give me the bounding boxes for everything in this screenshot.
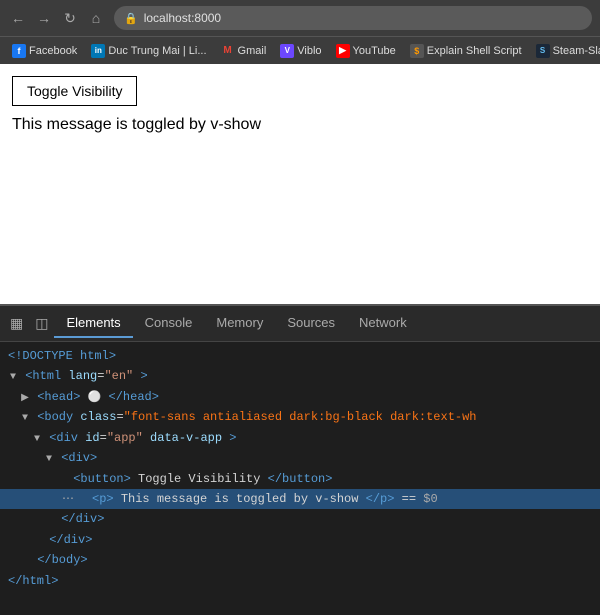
devtools-html-content: <!DOCTYPE html> ▼ <html lang="en" > ▶ <h…: [0, 342, 600, 615]
gmail-icon: M: [221, 44, 235, 58]
nav-buttons: ← → ↻ ⌂: [8, 10, 106, 27]
steam-icon: S: [536, 44, 550, 58]
html-inner-div-line: ▼ <div>: [0, 448, 600, 468]
nav-bar: ← → ↻ ⌂ 🔒 localhost:8000: [0, 0, 600, 36]
bookmarks-bar: f Facebook in Duc Trung Mai | Li... M Gm…: [0, 36, 600, 64]
devtools-panel: ▦ ◫ Elements Console Memory Sources Netw…: [0, 304, 600, 615]
lock-icon: 🔒: [124, 12, 138, 25]
bookmark-facebook[interactable]: f Facebook: [6, 42, 83, 60]
html-close-div-app: </div>: [0, 530, 600, 550]
bookmark-label: Viblo: [297, 45, 321, 57]
bookmark-label: Facebook: [29, 45, 77, 57]
bookmark-explain[interactable]: $ Explain Shell Script: [404, 42, 528, 60]
bookmark-label: Explain Shell Script: [427, 45, 522, 57]
more-icon[interactable]: ⋯: [56, 489, 80, 509]
bookmark-label: Duc Trung Mai | Li...: [108, 45, 206, 57]
html-doctype-line: <!DOCTYPE html>: [0, 346, 600, 366]
tab-elements[interactable]: Elements: [54, 309, 132, 338]
address-bar[interactable]: 🔒 localhost:8000: [114, 6, 592, 30]
html-head-line: ▶ <head> ⚪ </head>: [0, 387, 600, 408]
tab-memory[interactable]: Memory: [204, 309, 275, 338]
bookmark-steam[interactable]: S Steam-Slack: [530, 42, 600, 60]
browser-chrome: ← → ↻ ⌂ 🔒 localhost:8000 f Facebook in D…: [0, 0, 600, 64]
viblo-icon: V: [280, 44, 294, 58]
html-close-html: </html>: [0, 571, 600, 591]
html-close-div-inner: </div>: [0, 509, 600, 529]
bookmark-linkedin[interactable]: in Duc Trung Mai | Li...: [85, 42, 212, 60]
linkedin-icon: in: [91, 44, 105, 58]
home-button[interactable]: ⌂: [86, 10, 106, 26]
youtube-icon: ▶: [336, 44, 350, 58]
html-close-body: </body>: [0, 550, 600, 570]
back-button[interactable]: ←: [8, 10, 28, 26]
forward-button[interactable]: →: [34, 10, 54, 26]
reload-button[interactable]: ↻: [60, 10, 80, 27]
page-content: Toggle Visibility This message is toggle…: [0, 64, 600, 304]
toggle-message: This message is toggled by v-show: [12, 116, 588, 134]
html-tag-line: ▼ <html lang="en" >: [0, 366, 600, 386]
toggle-visibility-button[interactable]: Toggle Visibility: [12, 76, 137, 106]
html-p-line[interactable]: ⋯ <p> This message is toggled by v-show …: [0, 489, 600, 509]
tab-network[interactable]: Network: [347, 309, 419, 338]
bookmark-label: Gmail: [238, 45, 267, 57]
devtools-tabs: ▦ ◫ Elements Console Memory Sources Netw…: [0, 306, 600, 342]
html-button-line: <button> Toggle Visibility </button>: [0, 469, 600, 489]
facebook-icon: f: [12, 44, 26, 58]
html-body-line: ▼ <body class="font-sans antialiased dar…: [0, 407, 600, 427]
devtools-responsive-icon[interactable]: ◫: [29, 311, 54, 336]
tab-console[interactable]: Console: [133, 309, 205, 338]
bookmark-gmail[interactable]: M Gmail: [215, 42, 273, 60]
devtools-inspect-icon[interactable]: ▦: [4, 311, 29, 336]
bookmark-youtube[interactable]: ▶ YouTube: [330, 42, 402, 60]
tab-sources[interactable]: Sources: [275, 309, 347, 338]
explain-icon: $: [410, 44, 424, 58]
bookmark-label: Steam-Slack: [553, 45, 600, 57]
html-div-app-line: ▼ <div id="app" data-v-app >: [0, 428, 600, 448]
url-display: localhost:8000: [144, 11, 221, 25]
bookmark-label: YouTube: [353, 45, 396, 57]
bookmark-viblo[interactable]: V Viblo: [274, 42, 327, 60]
